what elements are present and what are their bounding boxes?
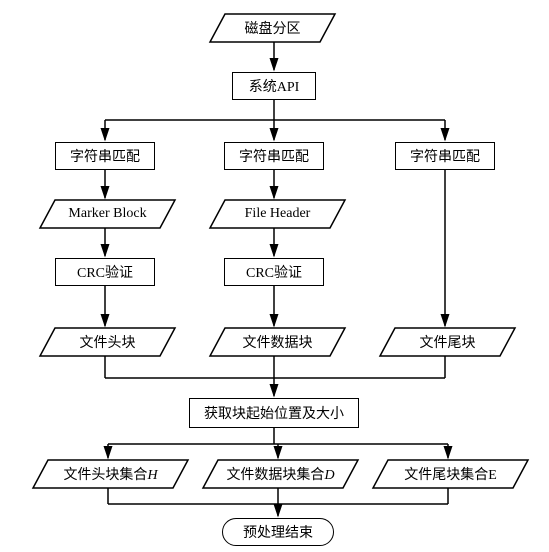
node-system-api: 系统API [232, 72, 316, 100]
node-label: 文件数据块 [243, 332, 313, 352]
node-set-e: 文件尾块集合E [373, 460, 528, 488]
node-file-header: File Header [210, 200, 345, 228]
node-file-data-block: 文件数据块 [210, 328, 345, 356]
node-label: 字符串匹配 [70, 146, 140, 166]
node-label: CRC验证 [246, 262, 302, 282]
node-string-match-3: 字符串匹配 [395, 142, 495, 170]
node-label: Marker Block [68, 206, 146, 222]
node-string-match-2: 字符串匹配 [224, 142, 324, 170]
node-get-block-pos-size: 获取块起始位置及大小 [189, 398, 359, 428]
node-label: 文件头块 [80, 332, 136, 352]
node-file-header-block: 文件头块 [40, 328, 175, 356]
node-label: 字符串匹配 [239, 146, 309, 166]
node-marker-block: Marker Block [40, 200, 175, 228]
node-disk-partition: 磁盘分区 [210, 14, 335, 42]
node-label: 文件尾块集合E [404, 464, 497, 484]
node-set-d: 文件数据块集合D [203, 460, 358, 488]
node-end: 预处理结束 [222, 518, 334, 546]
node-label: 字符串匹配 [410, 146, 480, 166]
node-crc-1: CRC验证 [55, 258, 155, 286]
node-label: 获取块起始位置及大小 [204, 403, 344, 423]
node-label: File Header [245, 206, 311, 222]
node-label: 文件数据块集合D [226, 464, 334, 484]
node-set-h: 文件头块集合H [33, 460, 188, 488]
node-string-match-1: 字符串匹配 [55, 142, 155, 170]
node-file-tail-block: 文件尾块 [380, 328, 515, 356]
node-label: 系统API [249, 76, 300, 96]
node-label: 文件尾块 [420, 332, 476, 352]
node-label: CRC验证 [77, 262, 133, 282]
node-label: 文件头块集合H [63, 464, 157, 484]
node-crc-2: CRC验证 [224, 258, 324, 286]
node-label: 磁盘分区 [245, 18, 301, 38]
node-label: 预处理结束 [243, 522, 313, 542]
